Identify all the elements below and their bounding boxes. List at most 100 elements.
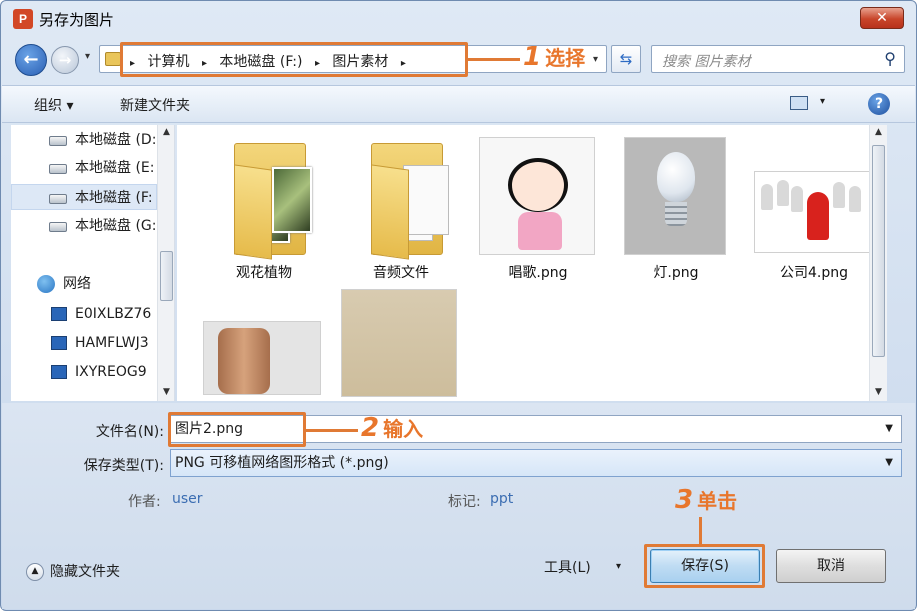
- search-icon[interactable]: ⚲: [884, 49, 896, 68]
- file-tile[interactable]: 观花植物: [199, 129, 329, 289]
- scroll-down-icon[interactable]: ▼: [158, 387, 174, 397]
- save-form: 文件名(N): 图片2.png ▼ 保存类型(T): PNG 可移植网络图形格式…: [2, 403, 915, 609]
- nav-item-label: 本地磁盘 (E:: [75, 160, 155, 176]
- powerpoint-icon: P: [13, 9, 33, 29]
- filename-label: 文件名(N):: [95, 424, 164, 440]
- image-thumbnail: [203, 321, 321, 395]
- nav-item-label: 网络: [63, 276, 91, 292]
- nav-item-drive-g[interactable]: 本地磁盘 (G:: [11, 213, 157, 239]
- tools-dropdown-icon[interactable]: ▾: [616, 561, 621, 572]
- callout-line-1: [468, 58, 520, 61]
- scroll-down-icon[interactable]: ▼: [870, 387, 887, 397]
- filetype-label: 保存类型(T):: [83, 458, 164, 474]
- cancel-button[interactable]: 取消: [776, 549, 886, 583]
- hide-folders-button[interactable]: ▲ 隐藏文件夹: [26, 561, 120, 581]
- drive-icon: [49, 194, 67, 204]
- scrollbar-thumb[interactable]: [160, 251, 173, 301]
- filetype-value: PNG 可移植网络图形格式 (*.png): [175, 455, 389, 471]
- folder-icon: [341, 137, 459, 260]
- callout-number: 3: [675, 485, 694, 515]
- lightbulb-icon: [657, 152, 695, 202]
- command-toolbar: 组织 ▾ 新建文件夹 ▾ ?: [2, 85, 915, 123]
- image-thumbnail: [341, 289, 457, 397]
- tools-menu[interactable]: 工具(L): [544, 557, 591, 577]
- red-figure: [807, 192, 829, 240]
- file-name: 公司4.png: [779, 265, 848, 281]
- scrollbar-thumb[interactable]: [872, 145, 885, 357]
- crowd-figure: [791, 186, 803, 212]
- author-value[interactable]: user: [172, 491, 203, 507]
- drive-icon: [49, 164, 67, 174]
- computer-icon: [51, 336, 67, 350]
- chevron-down-icon[interactable]: ▼: [885, 450, 893, 476]
- folder-front: [371, 164, 409, 260]
- callout-line-2: [306, 429, 358, 432]
- photo-thumbnail: [272, 167, 312, 233]
- back-button[interactable]: ←: [15, 44, 47, 76]
- nav-item-network[interactable]: 网络: [11, 271, 157, 297]
- organize-menu[interactable]: 组织 ▾: [34, 95, 73, 115]
- callout-number: 2: [361, 413, 380, 443]
- callout-step-3: 3 单击: [675, 485, 737, 515]
- highlight-filename: [168, 412, 306, 447]
- nav-item-drive-f[interactable]: 本地磁盘 (F:: [11, 184, 157, 210]
- highlight-save-button: [644, 544, 765, 588]
- image-thumbnail: [624, 137, 726, 255]
- nav-item-drive-d[interactable]: 本地磁盘 (D:: [11, 127, 157, 153]
- recent-pages-dropdown[interactable]: ▾: [85, 51, 90, 62]
- filetype-select[interactable]: PNG 可移植网络图形格式 (*.png) ▼: [170, 449, 902, 477]
- search-input[interactable]: 搜索 图片素材 ⚲: [651, 45, 905, 73]
- image-thumbnail: [754, 171, 872, 253]
- view-dropdown-icon[interactable]: ▾: [820, 96, 825, 107]
- scroll-up-icon[interactable]: ▲: [870, 127, 887, 137]
- tags-label: 标记:: [448, 494, 481, 510]
- refresh-button[interactable]: ⇆: [611, 45, 641, 73]
- nav-item-drive-e[interactable]: 本地磁盘 (E:: [11, 155, 157, 181]
- crowd-figure: [777, 180, 789, 206]
- callout-step-1: 1 选择: [523, 42, 585, 72]
- nav-item-label: 本地磁盘 (D:: [75, 132, 157, 148]
- new-folder-button[interactable]: 新建文件夹: [120, 95, 190, 115]
- computer-icon: [51, 307, 67, 321]
- drive-icon: [49, 222, 67, 232]
- file-tile[interactable]: 唱歌.png: [473, 129, 603, 289]
- forward-button[interactable]: →: [51, 46, 79, 74]
- nav-item-computer[interactable]: IXYREOG9: [11, 359, 157, 385]
- highlight-address-bar: [120, 42, 468, 77]
- cartoon-face: [508, 158, 568, 212]
- file-tile[interactable]: [201, 321, 331, 401]
- navigation-pane: 本地磁盘 (D: 本地磁盘 (E: 本地磁盘 (F: 本地磁盘 (G: 网络 E…: [11, 125, 175, 401]
- file-list: 观花植物 音频文件 唱歌.png 灯.png 公司4.png ▲ ▼: [177, 125, 887, 401]
- nav-scrollbar[interactable]: ▲ ▼: [157, 125, 174, 401]
- address-dropdown-icon[interactable]: ▾: [593, 54, 598, 65]
- view-icon[interactable]: [790, 96, 808, 110]
- file-tile[interactable]: 音频文件: [336, 129, 466, 289]
- computer-icon: [51, 365, 67, 379]
- file-name: 灯.png: [653, 265, 699, 281]
- tags-value[interactable]: ppt: [490, 491, 513, 507]
- file-tile[interactable]: 公司4.png: [749, 129, 879, 289]
- file-name: 唱歌.png: [508, 265, 568, 281]
- file-name: 观花植物: [236, 265, 292, 281]
- cartoon-dress: [518, 212, 562, 250]
- nav-item-computer[interactable]: HAMFLWJ3: [11, 330, 157, 356]
- file-tile[interactable]: 灯.png: [621, 129, 751, 289]
- nav-item-label: E0IXLBZ76: [75, 306, 152, 322]
- close-button[interactable]: ✕: [860, 7, 904, 29]
- folder-front: [234, 164, 272, 260]
- help-icon[interactable]: ?: [868, 93, 890, 115]
- document-thumbnail: [403, 165, 449, 235]
- scroll-up-icon[interactable]: ▲: [158, 127, 174, 137]
- author-label: 作者:: [128, 494, 161, 510]
- callout-text: 选择: [545, 46, 586, 70]
- file-list-scrollbar[interactable]: ▲ ▼: [869, 125, 887, 401]
- save-as-dialog: P 另存为图片 ✕ ← → ▾ ▸ 计算机 ▸ 本地磁盘 (F:) ▸ 图片素材…: [0, 0, 917, 611]
- waist-photo: [218, 328, 270, 394]
- nav-item-label: 本地磁盘 (G:: [75, 218, 157, 234]
- file-tile[interactable]: [338, 287, 468, 401]
- network-icon: [37, 275, 55, 293]
- nav-item-computer[interactable]: E0IXLBZ76: [11, 301, 157, 327]
- crowd-figure: [761, 184, 773, 210]
- crowd-figure: [849, 186, 861, 212]
- chevron-down-icon[interactable]: ▼: [885, 416, 893, 442]
